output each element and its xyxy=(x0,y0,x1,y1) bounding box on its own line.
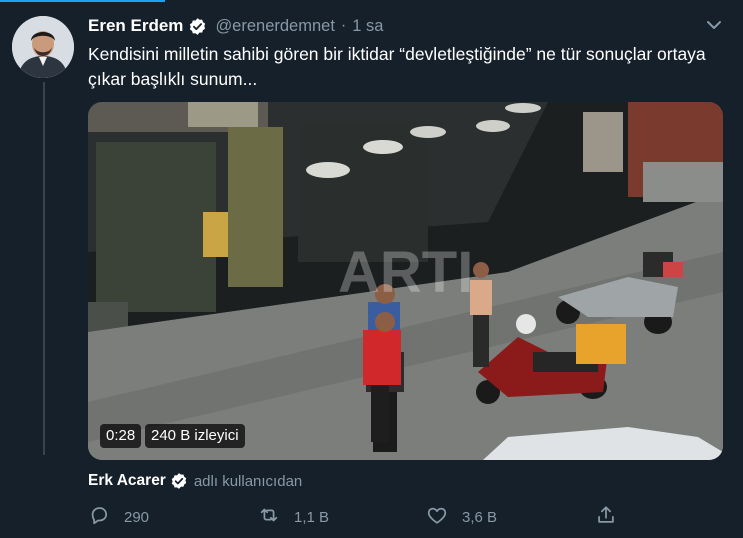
tweet-actions: 290 1,1 B 3,6 B xyxy=(0,500,743,538)
verified-badge-icon xyxy=(188,17,207,36)
top-accent-line xyxy=(0,0,165,2)
attribution-suffix: adlı kullanıcıdan xyxy=(193,472,303,490)
avatar[interactable] xyxy=(12,16,74,78)
verified-badge-icon xyxy=(170,472,188,490)
author-handle[interactable]: @erenerdemnet xyxy=(215,17,334,36)
retweet-count: 1,1 B xyxy=(294,508,330,526)
author-name[interactable]: Eren Erdem xyxy=(88,16,183,36)
chevron-down-icon[interactable] xyxy=(705,16,723,34)
share-icon xyxy=(595,504,617,530)
heart-icon xyxy=(426,504,448,530)
share-button[interactable] xyxy=(595,504,617,530)
retweet-icon xyxy=(258,504,280,530)
video-attribution: Erk Acarer adlı kullanıcıdan xyxy=(88,470,302,492)
tweet-text: Kendisini milletin sahibi gören bir ikti… xyxy=(88,44,706,89)
like-count: 3,6 B xyxy=(462,508,498,526)
attribution-name[interactable]: Erk Acarer xyxy=(88,472,166,490)
tweet-timestamp[interactable]: 1 sa xyxy=(352,17,383,36)
separator-dot: · xyxy=(340,17,347,34)
reply-count: 290 xyxy=(124,508,150,526)
retweet-button[interactable]: 1,1 B xyxy=(258,504,329,530)
like-button[interactable]: 3,6 B xyxy=(426,504,497,530)
reply-button[interactable]: 290 xyxy=(88,504,149,530)
video-duration: 0:28 xyxy=(100,424,142,448)
video-views: 240 B izleyici xyxy=(145,424,245,448)
tweet-header: Eren Erdem @erenerdemnet · 1 sa xyxy=(88,14,383,38)
reply-icon xyxy=(88,504,110,530)
video-player[interactable]: ARTI 0:28 240 B izleyici xyxy=(88,102,723,460)
video-watermark: ARTI xyxy=(338,240,473,305)
thread-line xyxy=(43,82,45,455)
